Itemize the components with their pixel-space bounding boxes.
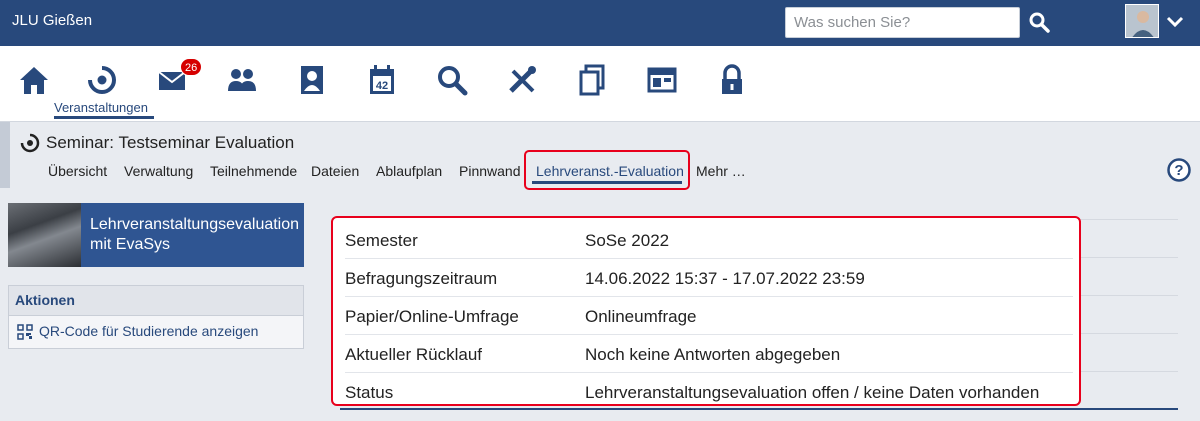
admin-icon <box>647 67 677 93</box>
info-value: Lehrveranstaltungsevaluation offen / kei… <box>585 383 1040 402</box>
nav-admin[interactable] <box>642 60 682 100</box>
tab-highlight-frame <box>524 150 690 190</box>
tab-uebersicht[interactable]: Übersicht <box>48 163 107 179</box>
community-icon <box>228 69 256 91</box>
tab-ablaufplan[interactable]: Ablaufplan <box>376 163 442 179</box>
info-label: Semester <box>345 231 418 250</box>
evasys-banner: Lehrveranstaltungsevaluation mit EvaSys <box>8 203 304 267</box>
profile-icon <box>301 66 323 94</box>
info-value: SoSe 2022 <box>585 231 670 250</box>
banner-image <box>8 203 81 267</box>
chevron-down-icon <box>1166 16 1184 28</box>
nav-files[interactable] <box>572 60 612 100</box>
courses-icon <box>88 66 116 94</box>
info-row-umfrageart: Papier/Online-Umfrage Onlineumfrage <box>345 297 1073 335</box>
course-title: Seminar: Testseminar Evaluation <box>46 133 295 152</box>
info-row-status: Status Lehrveranstaltungsevaluation offe… <box>345 373 1073 411</box>
avatar[interactable] <box>1125 4 1159 38</box>
top-bar: JLU Gießen <box>0 0 1200 46</box>
files-icon <box>579 64 605 96</box>
help-icon: ? <box>1167 158 1191 182</box>
active-tab-indicator <box>532 181 682 184</box>
nav-lock[interactable] <box>712 60 752 100</box>
svg-text:?: ? <box>1174 162 1183 179</box>
user-photo-icon <box>1126 5 1158 37</box>
search-input[interactable] <box>785 7 1020 38</box>
brand-name[interactable]: JLU Gießen <box>12 12 92 29</box>
nav-community[interactable] <box>222 60 262 100</box>
header-accent-strip <box>0 122 10 188</box>
info-row-semester: Semester SoSe 2022 <box>345 221 1073 259</box>
svg-text:42: 42 <box>376 80 388 92</box>
lock-icon <box>722 64 742 94</box>
tab-pinnwand[interactable]: Pinnwand <box>459 163 521 179</box>
tab-mehr[interactable]: Mehr … <box>696 163 746 179</box>
info-value: Onlineumfrage <box>585 307 697 326</box>
search-icon <box>438 66 468 96</box>
nav-courses[interactable] <box>82 60 122 100</box>
info-value: Noch keine Antworten abgegeben <box>585 345 841 364</box>
evaluation-info-table: Semester SoSe 2022 Befragungszeitraum 14… <box>331 216 1081 406</box>
search-icon <box>1029 12 1050 33</box>
tools-icon <box>509 66 536 93</box>
tab-teilnehmende[interactable]: Teilnehmende <box>210 163 297 179</box>
user-menu-toggle[interactable] <box>1166 15 1184 29</box>
nav-tools[interactable] <box>502 60 542 100</box>
calendar-icon: 42 <box>370 65 394 94</box>
nav-home[interactable] <box>14 60 54 100</box>
tab-dateien[interactable]: Dateien <box>311 163 359 179</box>
home-icon <box>20 67 48 94</box>
help-button[interactable]: ? <box>1167 158 1191 182</box>
info-label: Aktueller Rücklauf <box>345 345 483 364</box>
nav-active-indicator <box>54 116 154 119</box>
qr-code-icon <box>17 324 33 340</box>
unread-messages-badge: 26 <box>180 58 203 76</box>
info-label: Befragungszeitraum <box>345 269 498 288</box>
info-label: Status <box>345 383 394 402</box>
main-navigation: 42 <box>0 46 1200 121</box>
nav-profile[interactable] <box>292 60 332 100</box>
nav-calendar[interactable]: 42 <box>362 60 402 100</box>
info-row-ruecklauf: Aktueller Rücklauf Noch keine Antworten … <box>345 335 1073 373</box>
nav-active-label[interactable]: Veranstaltungen <box>54 100 148 115</box>
actions-title: Aktionen <box>9 286 303 316</box>
info-label: Papier/Online-Umfrage <box>345 307 519 326</box>
info-value: 14.06.2022 15:37 - 17.07.2022 23:59 <box>585 269 865 288</box>
banner-text: Lehrveranstaltungsevaluation mit EvaSys <box>90 216 300 253</box>
qr-code-action[interactable]: QR-Code für Studierende anzeigen <box>39 323 258 339</box>
tab-verwaltung[interactable]: Verwaltung <box>124 163 193 179</box>
course-icon <box>20 133 40 153</box>
info-row-befragungszeitraum: Befragungszeitraum 14.06.2022 15:37 - 17… <box>345 259 1073 297</box>
search-button[interactable] <box>1027 10 1051 34</box>
actions-widget: Aktionen QR-Code für Studierende anzeige… <box>8 285 304 349</box>
nav-search[interactable] <box>432 60 472 100</box>
